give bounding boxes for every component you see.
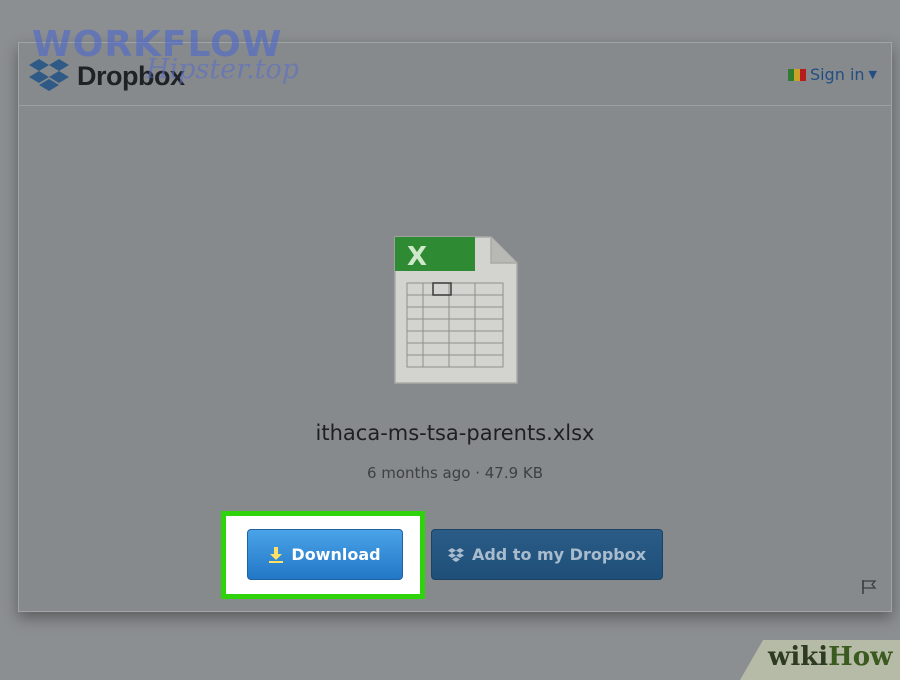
dropbox-small-icon bbox=[447, 547, 464, 562]
file-name: ithaca-ms-tsa-parents.xlsx bbox=[315, 421, 595, 445]
excel-file-icon: X bbox=[394, 236, 518, 384]
wikihow-how: How bbox=[828, 642, 893, 672]
download-arrow-icon bbox=[269, 546, 284, 563]
sign-in-label: Sign in bbox=[809, 65, 865, 84]
report-flag-icon[interactable] bbox=[861, 579, 877, 595]
file-meta: 6 months ago · 47.9 KB bbox=[366, 464, 544, 482]
wikihow-logo: wikiHow bbox=[768, 642, 892, 672]
add-to-dropbox-button[interactable]: Add to my Dropbox bbox=[431, 529, 663, 580]
download-button[interactable]: Download bbox=[247, 529, 403, 580]
chevron-down-icon: ▼ bbox=[868, 68, 877, 81]
sign-in-menu[interactable]: Sign in ▼ bbox=[787, 65, 877, 84]
flag-icon bbox=[787, 68, 806, 81]
svg-text:X: X bbox=[407, 242, 427, 272]
dropbox-share-window: Dropbox Sign in ▼ X ithaca-ms-tsa-parent… bbox=[18, 42, 892, 612]
add-to-dropbox-label: Add to my Dropbox bbox=[471, 545, 647, 564]
wikihow-wiki: wiki bbox=[768, 642, 829, 672]
download-label: Download bbox=[291, 545, 381, 564]
watermark-subtext: Hipster.top bbox=[146, 54, 300, 85]
